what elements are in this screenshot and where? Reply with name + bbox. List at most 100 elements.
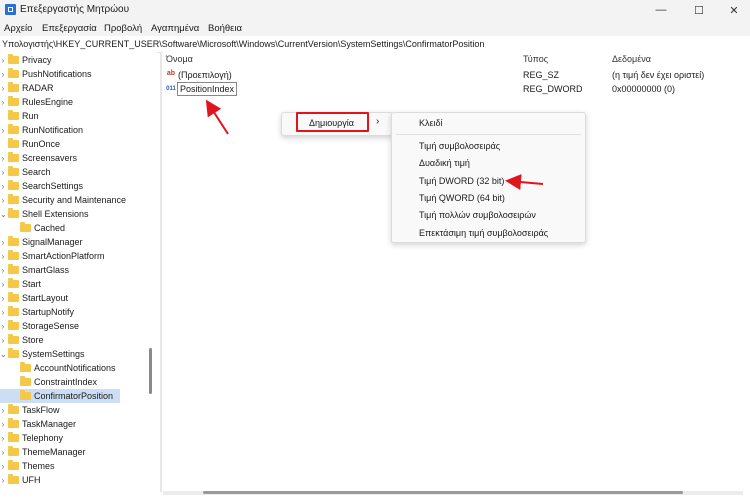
tree-item[interactable]: › Security and Maintenance bbox=[0, 193, 126, 207]
menu-item-string-value[interactable]: Τιμή συμβολοσειράς bbox=[419, 141, 500, 151]
tree-item[interactable]: › Privacy bbox=[0, 53, 52, 67]
column-header-type[interactable]: Τύπος bbox=[523, 54, 548, 64]
tree-item[interactable]: ⌄ Shell Extensions bbox=[0, 207, 89, 221]
chevron-right-icon[interactable]: › bbox=[0, 294, 6, 303]
tree-item-label: RunOnce bbox=[22, 139, 61, 149]
chevron-right-icon[interactable]: › bbox=[0, 308, 6, 317]
tree-item[interactable]: › Start bbox=[0, 277, 41, 291]
horizontal-scrollbar-thumb[interactable] bbox=[203, 491, 683, 494]
column-header-data[interactable]: Δεδομένα bbox=[612, 54, 651, 64]
tree-item-label: Screensavers bbox=[22, 153, 78, 163]
tree-item-label: SearchSettings bbox=[22, 181, 84, 191]
tree-item[interactable]: Cached bbox=[0, 221, 65, 235]
tree-item[interactable]: › TaskManager bbox=[0, 417, 76, 431]
window-title: Επεξεργαστής Μητρώου bbox=[20, 4, 130, 15]
tree-item[interactable]: › StartLayout bbox=[0, 291, 68, 305]
pane-splitter[interactable] bbox=[160, 52, 162, 492]
menu-item-qword-value[interactable]: Τιμή QWORD (64 bit) bbox=[419, 193, 505, 203]
chevron-right-icon[interactable]: › bbox=[0, 182, 6, 191]
red-highlight-box bbox=[296, 112, 369, 132]
tree-item[interactable]: › UFH bbox=[0, 473, 41, 487]
chevron-right-icon[interactable]: › bbox=[0, 154, 6, 163]
tree-item[interactable]: › SmartGlass bbox=[0, 263, 69, 277]
folder-icon bbox=[8, 404, 19, 414]
tree-item[interactable]: › SignalManager bbox=[0, 235, 83, 249]
column-header-name[interactable]: Όνομα bbox=[166, 54, 193, 64]
chevron-right-icon[interactable]: › bbox=[0, 434, 6, 443]
folder-icon bbox=[8, 124, 19, 134]
tree-item[interactable]: AccountNotifications bbox=[0, 361, 116, 375]
tree-item[interactable]: ConfirmatorPosition bbox=[0, 389, 120, 403]
chevron-right-icon[interactable]: › bbox=[0, 406, 6, 415]
chevron-down-icon[interactable]: ⌄ bbox=[0, 350, 7, 359]
tree-item[interactable]: › RunNotification bbox=[0, 123, 83, 137]
tree-item[interactable]: › TaskFlow bbox=[0, 403, 60, 417]
chevron-right-icon[interactable]: › bbox=[0, 168, 6, 177]
menu-edit[interactable]: Επεξεργασία bbox=[42, 23, 97, 34]
chevron-right-icon[interactable]: › bbox=[0, 448, 6, 457]
tree-item[interactable]: › RulesEngine bbox=[0, 95, 73, 109]
folder-icon bbox=[8, 278, 19, 288]
chevron-right-icon[interactable]: › bbox=[0, 266, 6, 275]
folder-icon bbox=[20, 362, 31, 372]
tree-item[interactable]: ConstraintIndex bbox=[0, 375, 97, 389]
chevron-right-icon[interactable]: › bbox=[0, 420, 6, 429]
menu-file[interactable]: Αρχείο bbox=[4, 23, 32, 34]
menu-item-expandable-string-value[interactable]: Επεκτάσιμη τιμή συμβολοσειράς bbox=[419, 228, 548, 238]
folder-icon bbox=[8, 432, 19, 442]
registry-tree[interactable]: › Privacy › PushNotifications › RADAR › RulesEn… bbox=[0, 52, 157, 492]
chevron-right-icon[interactable]: › bbox=[0, 322, 6, 331]
chevron-right-icon[interactable]: › bbox=[0, 476, 6, 485]
tree-item[interactable]: › Search bbox=[0, 165, 51, 179]
tree-item-label: Cached bbox=[34, 223, 66, 233]
menu-item-multi-string-value[interactable]: Τιμή πολλών συμβολοσειρών bbox=[419, 210, 536, 220]
tree-item[interactable]: › StartupNotify bbox=[0, 305, 74, 319]
tree-item[interactable]: › Themes bbox=[0, 459, 55, 473]
menu-favorites[interactable]: Αγαπημένα bbox=[151, 23, 199, 34]
tree-item[interactable]: Run bbox=[0, 109, 39, 123]
tree-item[interactable]: › RADAR bbox=[0, 81, 54, 95]
folder-icon bbox=[8, 180, 19, 190]
tree-item-label: AccountNotifications bbox=[34, 363, 116, 373]
tree-item-label: SignalManager bbox=[22, 237, 83, 247]
chevron-right-icon[interactable]: › bbox=[0, 126, 6, 135]
tree-item[interactable]: RunOnce bbox=[0, 137, 60, 151]
horizontal-scrollbar[interactable] bbox=[163, 491, 743, 495]
chevron-right-icon[interactable]: › bbox=[0, 238, 6, 247]
folder-icon bbox=[8, 208, 19, 218]
tree-item[interactable]: › Telephony bbox=[0, 431, 63, 445]
menu-item-dword-value[interactable]: Τιμή DWORD (32 bit) bbox=[419, 176, 504, 186]
tree-item[interactable]: › SmartActionPlatform bbox=[0, 249, 105, 263]
tree-item[interactable]: ⌄ SystemSettings bbox=[0, 347, 85, 361]
folder-icon bbox=[8, 264, 19, 274]
chevron-right-icon[interactable]: › bbox=[0, 336, 6, 345]
tree-item[interactable]: › Screensavers bbox=[0, 151, 77, 165]
minimize-button[interactable]: — bbox=[643, 0, 679, 20]
close-button[interactable]: ✕ bbox=[716, 0, 750, 20]
menu-item-binary-value[interactable]: Δυαδική τιμή bbox=[419, 158, 470, 168]
chevron-right-icon[interactable]: › bbox=[0, 84, 6, 93]
tree-scrollbar-thumb[interactable] bbox=[149, 348, 152, 394]
tree-item-label: ConstraintIndex bbox=[34, 377, 98, 387]
chevron-right-icon[interactable]: › bbox=[0, 70, 6, 79]
menu-view[interactable]: Προβολή bbox=[104, 23, 142, 34]
chevron-right-icon[interactable]: › bbox=[0, 98, 6, 107]
chevron-down-icon[interactable]: ⌄ bbox=[0, 210, 7, 219]
chevron-right-icon[interactable]: › bbox=[0, 280, 6, 289]
chevron-right-icon[interactable]: › bbox=[0, 252, 6, 261]
address-bar[interactable]: Υπολογιστής\HKEY_CURRENT_USER\Software\M… bbox=[0, 36, 750, 53]
value-name-rename-field[interactable]: PositionIndex bbox=[177, 82, 238, 96]
folder-icon bbox=[8, 460, 19, 470]
menu-item-key[interactable]: Κλειδί bbox=[419, 118, 443, 128]
tree-item-label: RADAR bbox=[22, 83, 54, 93]
tree-item[interactable]: › StorageSense bbox=[0, 319, 79, 333]
tree-item[interactable]: › PushNotifications bbox=[0, 67, 92, 81]
chevron-right-icon[interactable]: › bbox=[0, 462, 6, 471]
chevron-right-icon[interactable]: › bbox=[0, 196, 6, 205]
chevron-right-icon[interactable]: › bbox=[0, 56, 6, 65]
tree-item[interactable]: › Store bbox=[0, 333, 44, 347]
menu-help[interactable]: Βοήθεια bbox=[208, 23, 242, 34]
tree-item[interactable]: › SearchSettings bbox=[0, 179, 83, 193]
maximize-button[interactable]: ☐ bbox=[681, 0, 717, 20]
tree-item[interactable]: › ThemeManager bbox=[0, 445, 86, 459]
